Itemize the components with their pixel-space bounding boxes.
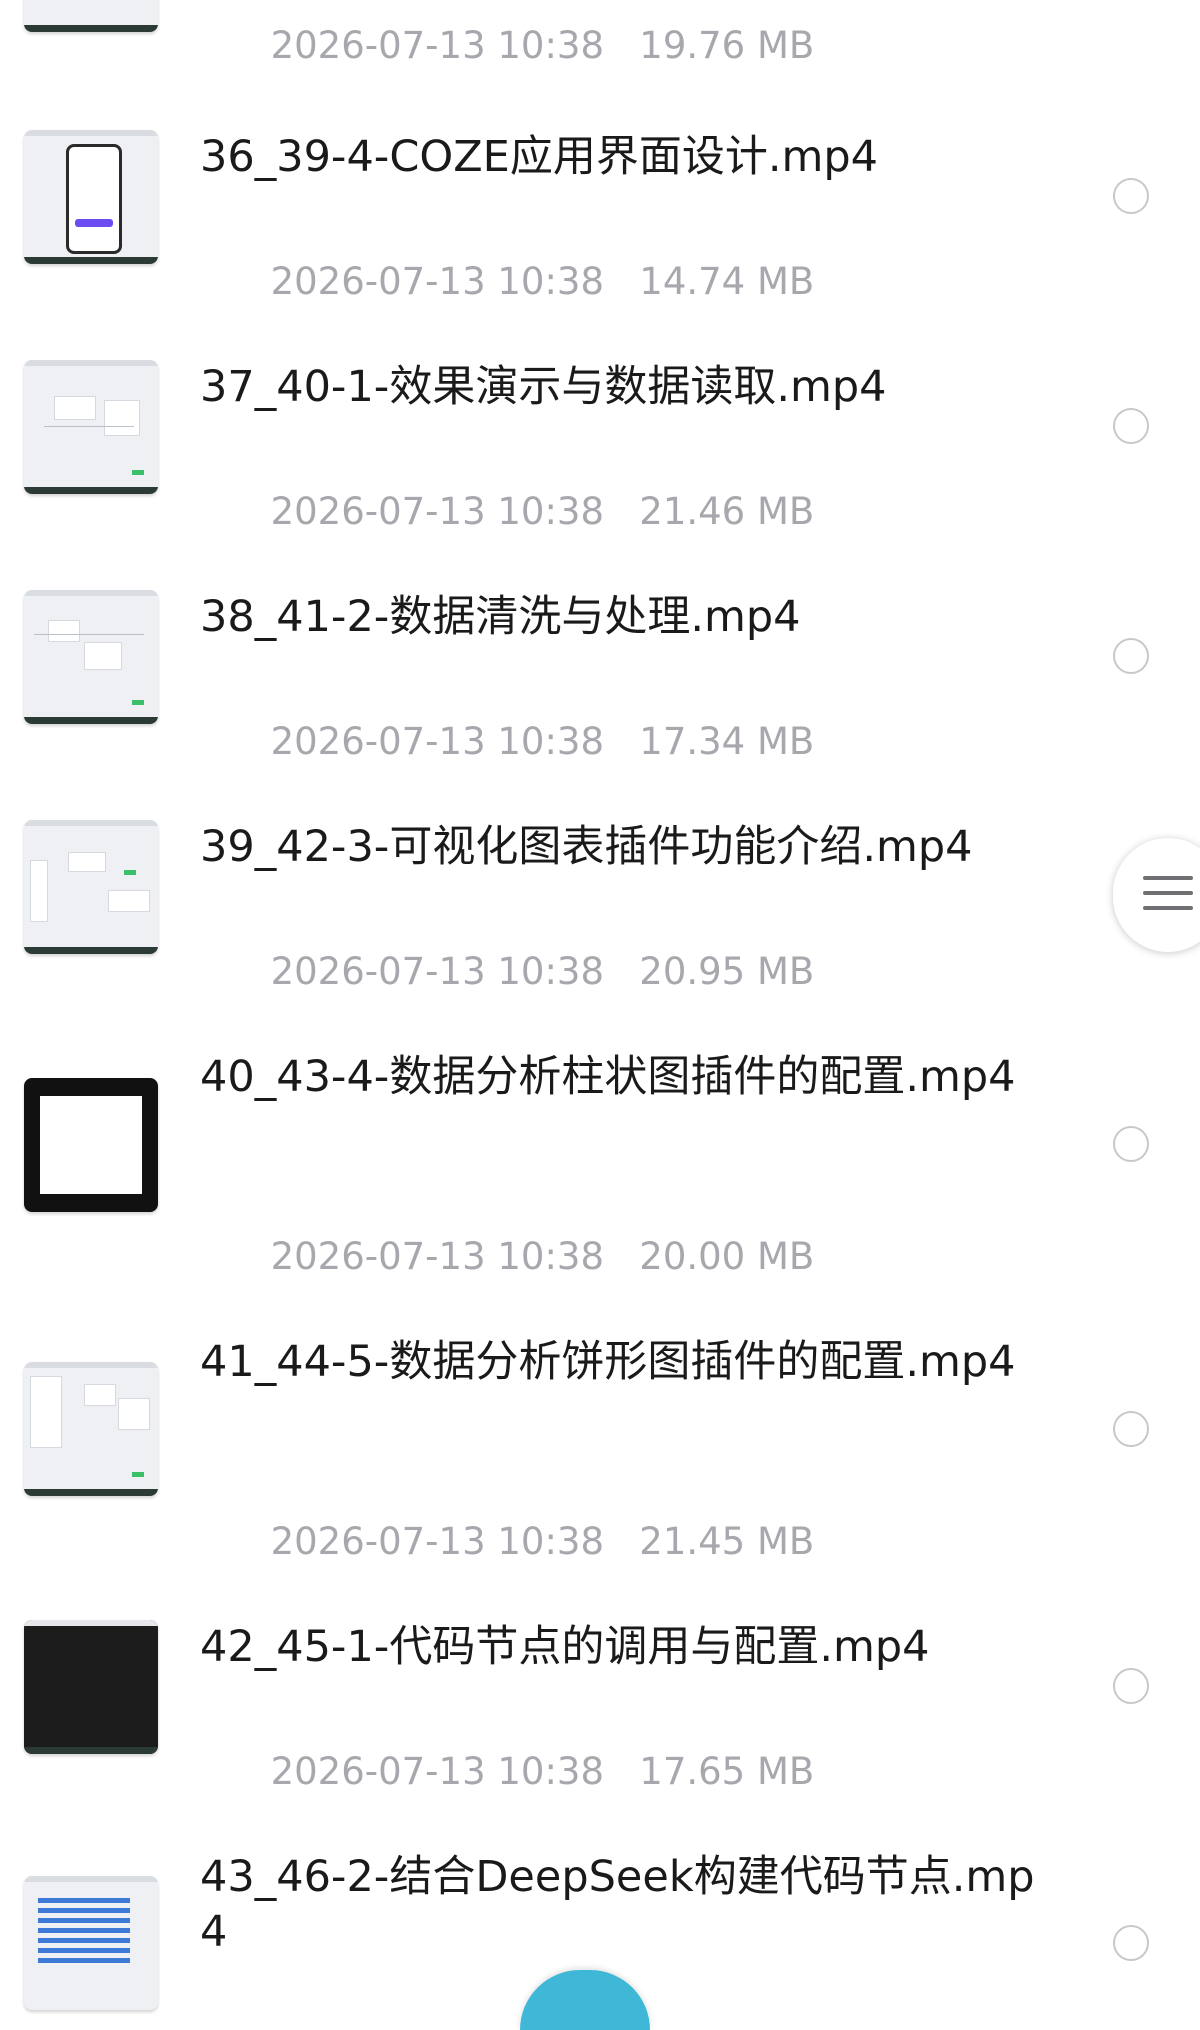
video-thumbnail — [24, 0, 158, 32]
file-date: 2026-07-13 10:38 — [270, 1520, 604, 1563]
video-thumbnail — [24, 820, 158, 954]
file-name: 40_43-4-数据分析柱状图插件的配置.mp4 — [200, 1052, 1016, 1102]
file-meta: 2026-07-13 10:38 20.95 MB — [200, 906, 815, 1038]
file-date: 2026-07-13 10:38 — [270, 1750, 604, 1793]
file-date: 2026-07-13 10:38 — [270, 260, 604, 303]
file-meta: 2026-07-13 10:38 21.45 MB — [200, 1476, 815, 1608]
select-radio[interactable] — [1113, 1668, 1149, 1704]
video-thumbnail — [24, 1876, 158, 2010]
file-name: 39_42-3-可视化图表插件功能介绍.mp4 — [200, 822, 973, 872]
select-radio[interactable] — [1113, 1411, 1149, 1447]
file-date: 2026-07-13 10:38 — [270, 950, 604, 993]
file-size: 19.76 MB — [639, 24, 815, 67]
file-meta: 2026-07-13 10:38 19.76 MB — [200, 0, 815, 112]
file-meta: 2026-07-13 10:38 14.74 MB — [200, 216, 815, 348]
video-thumbnail — [24, 1078, 158, 1212]
select-radio[interactable] — [1113, 638, 1149, 674]
file-date: 2026-07-13 10:38 — [270, 1235, 604, 1278]
file-meta: 2026-07-13 10:38 17.65 MB — [200, 1706, 815, 1838]
menu-lines-icon — [1143, 876, 1193, 921]
file-date: 2026-07-13 10:38 — [270, 24, 604, 67]
file-size: 14.74 MB — [639, 260, 815, 303]
file-list: 2026-07-13 10:38 19.76 MB 36_39-4-COZE应用… — [0, 0, 1200, 2010]
video-thumbnail — [24, 1620, 158, 1754]
select-radio[interactable] — [1113, 178, 1149, 214]
file-size: 20.00 MB — [639, 1235, 815, 1278]
file-name: 43_46-2-结合DeepSeek构建代码节点.mp4 — [200, 1852, 1035, 1957]
video-thumbnail — [24, 360, 158, 494]
video-thumbnail — [24, 1362, 158, 1496]
file-name: 37_40-1-效果演示与数据读取.mp4 — [200, 362, 887, 412]
file-meta: 2026-07-13 10:38 20.00 MB — [200, 1191, 815, 1323]
file-meta: 2026-07-13 10:38 17.34 MB — [200, 676, 815, 808]
file-name: 36_39-4-COZE应用界面设计.mp4 — [200, 132, 879, 182]
file-size: 17.34 MB — [639, 720, 815, 763]
file-size: 21.45 MB — [639, 1520, 815, 1563]
file-name: 42_45-1-代码节点的调用与配置.mp4 — [200, 1622, 930, 1672]
select-radio[interactable] — [1113, 1126, 1149, 1162]
file-size: 21.46 MB — [639, 490, 815, 533]
file-date: 2026-07-13 10:38 — [270, 720, 604, 763]
video-thumbnail — [24, 130, 158, 264]
file-name: 38_41-2-数据清洗与处理.mp4 — [200, 592, 801, 642]
file-size: 17.65 MB — [639, 1750, 815, 1793]
video-thumbnail — [24, 590, 158, 724]
file-size: 20.95 MB — [639, 950, 815, 993]
select-radio[interactable] — [1113, 1925, 1149, 1961]
file-meta: 2026-07-13 10:38 21.46 MB — [200, 446, 815, 578]
file-name: 41_44-5-数据分析饼形图插件的配置.mp4 — [200, 1337, 1016, 1387]
file-date: 2026-07-13 10:38 — [270, 490, 604, 533]
select-radio[interactable] — [1113, 408, 1149, 444]
